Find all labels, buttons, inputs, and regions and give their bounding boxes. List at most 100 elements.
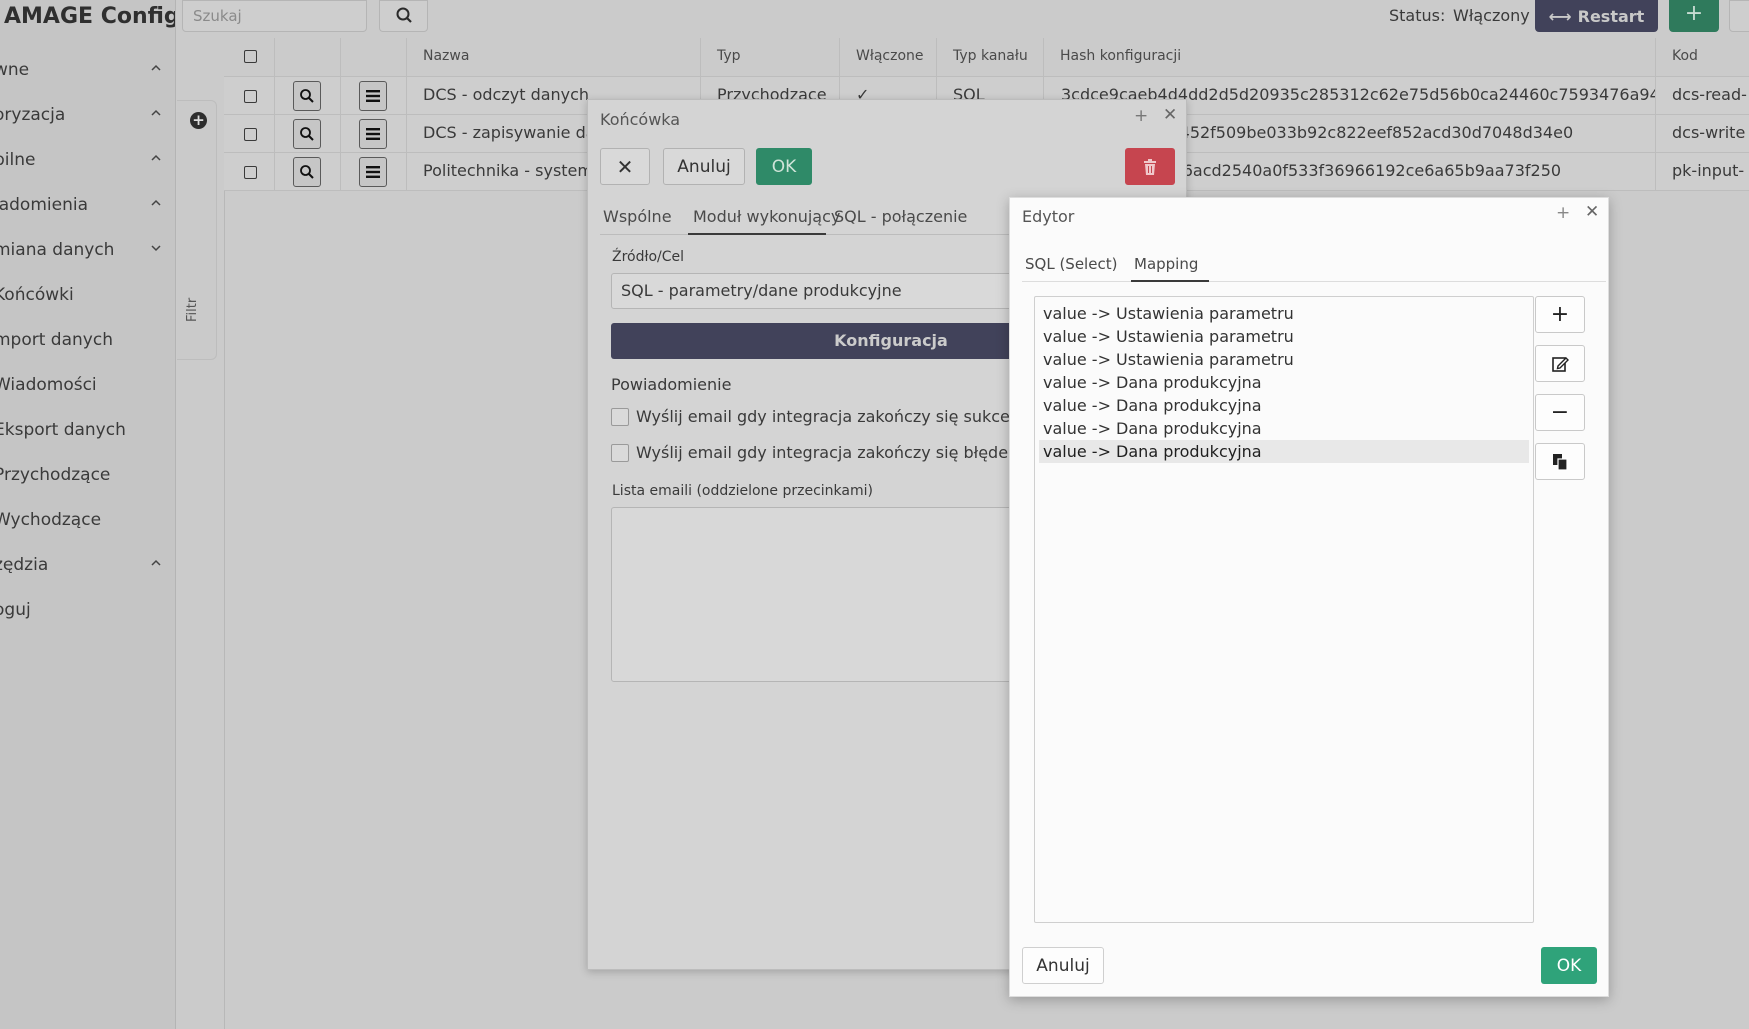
menu-button[interactable] (359, 81, 387, 111)
add-filter-icon[interactable]: + (190, 112, 207, 129)
tab-sql-connection[interactable]: SQL - połączenie (834, 207, 967, 226)
copy-icon (1553, 453, 1568, 471)
tab-executor-module[interactable]: Moduł wykonujący (693, 207, 840, 226)
sidebar-item-label: Wiadomości (0, 375, 97, 395)
checkbox[interactable] (611, 443, 629, 462)
sidebar-item[interactable]: miana danych (0, 228, 175, 272)
success-email-checkbox[interactable]: Wyślij email gdy integracja zakończy się… (611, 407, 1044, 426)
tab-common[interactable]: Wspólne (603, 207, 672, 226)
column-header[interactable]: Typ (701, 38, 840, 77)
cancel-button[interactable]: Anuluj (663, 148, 745, 185)
ok-button[interactable]: OK (756, 148, 812, 185)
error-email-checkbox[interactable]: Wyślij email gdy integracja zakończy się… (611, 443, 1024, 462)
remove-mapping-button[interactable]: − (1535, 394, 1585, 431)
row-preview-cell[interactable] (275, 153, 341, 191)
mapping-item[interactable]: value -> Dana produkcyjna (1039, 394, 1529, 417)
sidebar-item[interactable]: oguj (0, 588, 175, 632)
chevron-up-icon[interactable] (148, 105, 164, 121)
cell-code[interactable]: pk-input- (1656, 153, 1749, 191)
sidebar-item-label: iadomienia (0, 195, 88, 215)
chevron-up-icon[interactable] (148, 150, 164, 166)
search-input[interactable] (182, 0, 367, 32)
maximize-icon[interactable]: + (1556, 203, 1570, 223)
column-header[interactable]: Nazwa (407, 38, 701, 77)
chevron-up-icon[interactable] (148, 555, 164, 571)
menu-button[interactable] (359, 119, 387, 149)
copy-mapping-button[interactable] (1535, 443, 1585, 480)
row-checkbox[interactable] (244, 128, 257, 141)
preview-button[interactable] (293, 157, 321, 187)
filter-label[interactable]: Filtr (185, 298, 200, 322)
preview-button[interactable] (293, 81, 321, 111)
row-checkbox[interactable] (244, 166, 257, 179)
row-checkbox[interactable] (244, 90, 257, 103)
preview-button[interactable] (293, 119, 321, 149)
row-select-cell[interactable] (224, 153, 275, 191)
sidebar-item[interactable]: Eksport danych (0, 408, 175, 452)
sidebar-item[interactable]: mport danych (0, 318, 175, 362)
column-header[interactable] (341, 38, 407, 77)
chevron-up-icon[interactable] (148, 60, 164, 76)
maximize-icon[interactable]: + (1134, 106, 1148, 126)
column-header[interactable] (275, 38, 341, 77)
tab-mapping[interactable]: Mapping (1134, 255, 1198, 273)
column-header[interactable]: Kod (1656, 38, 1749, 77)
close-icon[interactable]: ✕ (1163, 105, 1177, 125)
app-title: AMAGE Config (4, 4, 176, 29)
search-icon (300, 89, 314, 103)
edit-icon (1552, 356, 1569, 372)
tab-sql-select[interactable]: SQL (Select) (1025, 255, 1117, 273)
chevron-down-icon[interactable] (148, 240, 164, 256)
sidebar-item[interactable]: Przychodzące (0, 453, 175, 497)
menu-button[interactable] (359, 157, 387, 187)
sidebar-item[interactable]: oryzacja (0, 93, 175, 137)
row-select-cell[interactable] (224, 77, 275, 115)
mapping-item[interactable]: value -> Dana produkcyjna (1039, 417, 1529, 440)
mapping-list[interactable]: value -> Ustawienia parametru value -> Us… (1034, 296, 1534, 923)
cell-code[interactable]: dcs-write (1656, 115, 1749, 153)
sidebar-item[interactable]: zędzia (0, 543, 175, 587)
row-preview-cell[interactable] (275, 115, 341, 153)
sidebar-item[interactable]: Końcówki (0, 273, 175, 317)
sidebar-item[interactable]: Wychodzące (0, 498, 175, 542)
sidebar-item-label: mport danych (0, 330, 113, 350)
select-all-checkbox[interactable] (244, 50, 257, 63)
sidebar-item[interactable]: pilne (0, 138, 175, 182)
column-header[interactable]: Hash konfiguracji (1044, 38, 1656, 77)
sidebar-item-label: Końcówki (0, 285, 74, 305)
close-icon: ✕ (616, 154, 634, 179)
search-button[interactable] (379, 0, 428, 32)
row-menu-cell[interactable] (341, 115, 407, 153)
mapping-item[interactable]: value -> Dana produkcyjna (1039, 440, 1529, 463)
sidebar-item[interactable]: Wiadomości (0, 363, 175, 407)
close-button[interactable]: ✕ (600, 148, 650, 185)
search-icon (396, 7, 412, 23)
cancel-button[interactable]: Anuluj (1022, 947, 1104, 984)
column-header[interactable]: Włączone (840, 38, 937, 77)
row-menu-cell[interactable] (341, 77, 407, 115)
add-button[interactable]: + (1669, 0, 1719, 32)
delete-button[interactable] (1125, 148, 1175, 185)
add-mapping-button[interactable]: + (1535, 296, 1585, 333)
edit-mapping-button[interactable] (1535, 345, 1585, 382)
dialog-title: Końcówka (600, 110, 681, 129)
close-icon[interactable]: ✕ (1585, 202, 1599, 222)
column-header[interactable]: Typ kanału (937, 38, 1044, 77)
mapping-item[interactable]: value -> Dana produkcyjna (1039, 371, 1529, 394)
row-select-cell[interactable] (224, 115, 275, 153)
column-header[interactable] (224, 38, 275, 77)
more-button[interactable] (1729, 0, 1749, 32)
checkbox[interactable] (611, 407, 629, 426)
ok-button[interactable]: OK (1541, 947, 1597, 984)
sidebar-item[interactable]: iadomienia (0, 183, 175, 227)
cell-code[interactable]: dcs-read- (1656, 77, 1749, 115)
chevron-up-icon[interactable] (148, 195, 164, 211)
mapping-item[interactable]: value -> Ustawienia parametru (1039, 302, 1529, 325)
sidebar-item-label: oguj (0, 600, 31, 620)
sidebar-item[interactable]: wne (0, 48, 175, 92)
row-preview-cell[interactable] (275, 77, 341, 115)
mapping-item[interactable]: value -> Ustawienia parametru (1039, 325, 1529, 348)
row-menu-cell[interactable] (341, 153, 407, 191)
mapping-item[interactable]: value -> Ustawienia parametru (1039, 348, 1529, 371)
restart-button[interactable]: ⟷ Restart (1535, 0, 1658, 32)
